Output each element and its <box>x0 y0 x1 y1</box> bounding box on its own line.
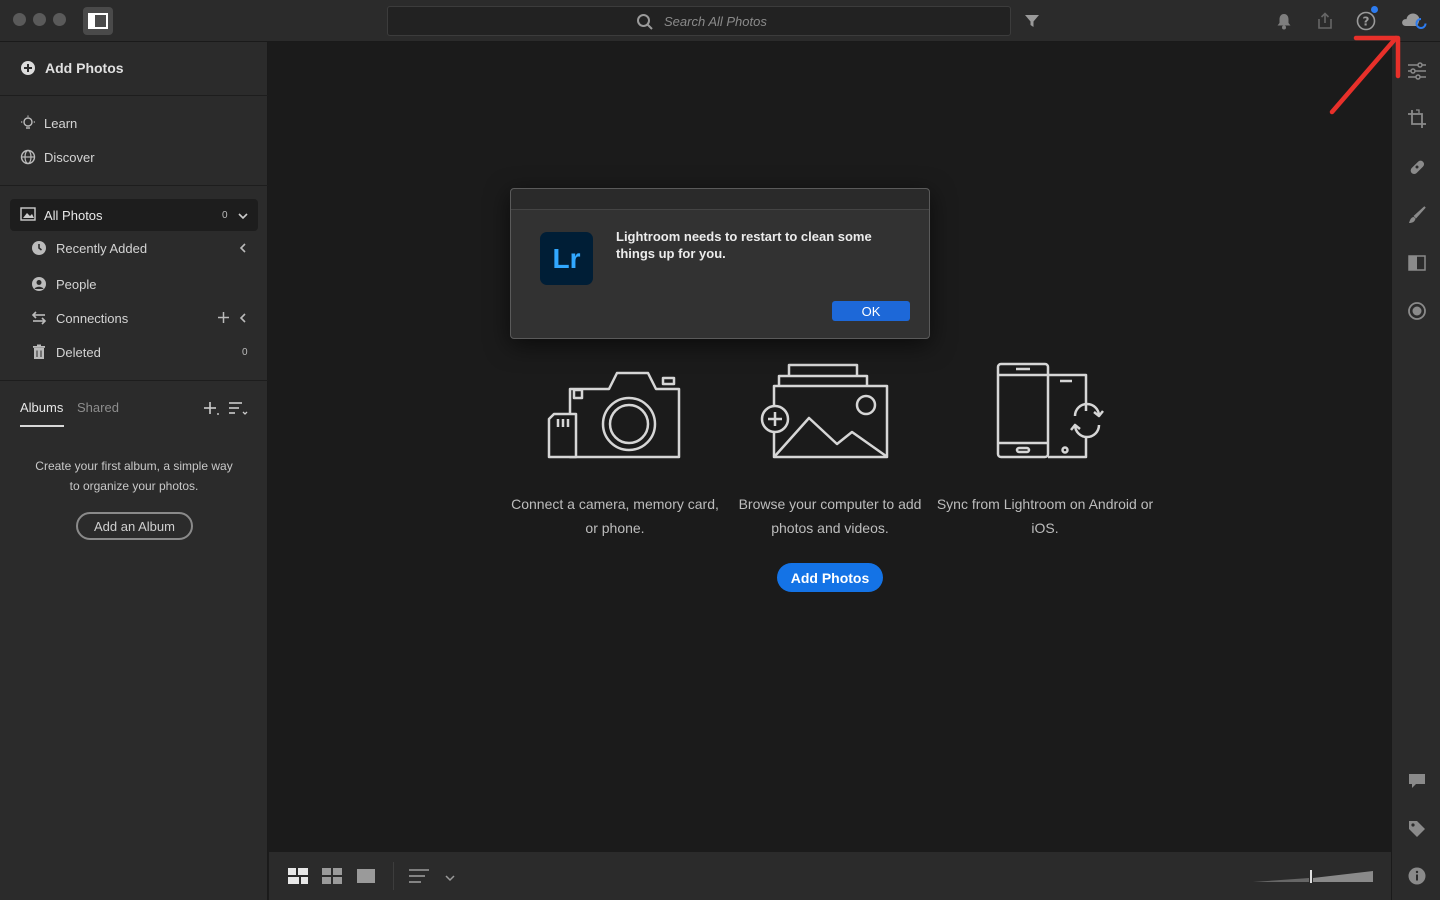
divider <box>0 380 268 381</box>
sidebar-item-label: Deleted <box>56 344 101 360</box>
chevron-left-icon[interactable] <box>237 312 249 327</box>
add-photos-button[interactable]: Add Photos <box>777 563 883 592</box>
tab-albums[interactable]: Albums <box>20 400 63 415</box>
deleted-count: 0 <box>242 347 248 358</box>
trash-icon <box>31 344 47 360</box>
sidebar-item-label: Recently Added <box>56 240 148 256</box>
search-input[interactable]: Search All Photos <box>664 14 767 29</box>
sidebar-item-connections[interactable]: Connections <box>0 303 268 333</box>
plus-icon[interactable] <box>217 311 230 327</box>
divider <box>0 185 268 186</box>
minimize-window-button[interactable] <box>33 13 46 26</box>
masking-icon[interactable] <box>1406 252 1428 274</box>
connections-icon <box>31 310 47 326</box>
create-album-icon[interactable] <box>203 400 221 423</box>
sidebar-toggle-icon <box>88 13 108 29</box>
camera-icon <box>547 371 681 459</box>
annotation-arrow <box>1329 35 1401 115</box>
sidebar-item-label: Connections <box>56 310 129 326</box>
detail-view-icon[interactable] <box>357 868 375 889</box>
lightroom-logo: Lr <box>540 232 593 285</box>
search-field[interactable]: Search All Photos <box>387 6 1011 36</box>
cloud-sync-icon[interactable] <box>1399 10 1429 32</box>
divider <box>0 95 268 96</box>
sidebar-item-deleted[interactable]: Deleted 0 <box>0 337 268 367</box>
slider-thumb <box>1310 870 1312 883</box>
tab-shared[interactable]: Shared <box>77 400 119 415</box>
brush-icon[interactable] <box>1406 204 1428 226</box>
sidebar-item-label: Learn <box>44 115 78 131</box>
bottom-toolbar <box>269 852 1391 900</box>
sort-options-icon[interactable] <box>409 868 431 889</box>
globe-icon <box>20 149 36 165</box>
add-circle-icon <box>20 60 36 76</box>
panel-toggle-button[interactable] <box>83 7 113 35</box>
sidebar-item-all-photos[interactable]: All Photos 0 <box>10 199 258 231</box>
restart-dialog: Lr Lightroom needs to restart to clean s… <box>510 188 930 339</box>
sidebar-item-learn[interactable]: Learn <box>0 108 268 138</box>
svg-text:?: ? <box>1363 15 1370 29</box>
notifications-bell-icon[interactable] <box>1273 10 1295 32</box>
top-bar: Search All Photos ? <box>0 0 1440 42</box>
ok-button[interactable]: OK <box>832 301 910 321</box>
search-icon <box>637 14 653 30</box>
sort-icon[interactable] <box>228 400 248 423</box>
comments-icon[interactable] <box>1406 770 1428 792</box>
browse-photos-icon <box>760 363 889 459</box>
dialog-titlebar <box>511 189 929 210</box>
left-sidebar: Add Photos Learn Discover All Photos 0 R… <box>0 42 268 900</box>
person-icon <box>31 276 47 292</box>
thumbnail-size-slider[interactable] <box>1253 869 1373 883</box>
empty-albums-message: Create your first album, a simple way to… <box>35 459 233 493</box>
add-album-button[interactable]: Add an Album <box>76 512 193 540</box>
share-icon[interactable] <box>1314 10 1336 32</box>
chevron-down-icon[interactable] <box>444 870 456 888</box>
sidebar-item-label: Discover <box>44 149 95 165</box>
main-content: Connect a camera, memory card, or phone.… <box>269 42 1391 852</box>
option-sync-text: Sync from Lightroom on Android or iOS. <box>936 496 1154 536</box>
chevron-left-icon[interactable] <box>237 242 249 257</box>
right-toolbar <box>1391 42 1440 900</box>
clock-icon <box>31 240 47 256</box>
sidebar-add-photos-button[interactable]: Add Photos <box>0 53 268 83</box>
healing-bandage-icon[interactable] <box>1406 156 1428 178</box>
help-icon[interactable]: ? <box>1355 10 1377 32</box>
tab-active-indicator <box>20 425 64 427</box>
all-photos-count: 0 <box>222 210 228 221</box>
option-camera-text: Connect a camera, memory card, or phone. <box>511 496 719 536</box>
sidebar-item-recently-added[interactable]: Recently Added <box>0 233 268 263</box>
option-browse-text: Browse your computer to add photos and v… <box>738 496 922 536</box>
sidebar-add-photos-label: Add Photos <box>45 60 124 76</box>
info-icon[interactable] <box>1406 865 1428 887</box>
divider <box>393 862 394 890</box>
tag-icon[interactable] <box>1406 818 1428 840</box>
photo-icon <box>20 207 36 226</box>
zoom-window-button[interactable] <box>53 13 66 26</box>
close-window-button[interactable] <box>13 13 26 26</box>
sidebar-item-people[interactable]: People <box>0 269 268 299</box>
lightbulb-icon <box>20 115 36 131</box>
sidebar-item-label: People <box>56 276 97 292</box>
help-notification-dot <box>1371 6 1378 13</box>
filter-icon[interactable] <box>1021 10 1043 32</box>
dialog-message: Lightroom needs to restart to clean some… <box>616 229 872 261</box>
square-grid-view-icon[interactable] <box>288 868 308 889</box>
grid-view-icon[interactable] <box>322 868 342 889</box>
sidebar-item-discover[interactable]: Discover <box>0 142 268 172</box>
all-photos-label: All Photos <box>44 208 103 223</box>
presets-circle-icon[interactable] <box>1406 300 1428 322</box>
chevron-down-icon[interactable] <box>237 209 249 227</box>
mobile-sync-icon <box>996 362 1104 459</box>
